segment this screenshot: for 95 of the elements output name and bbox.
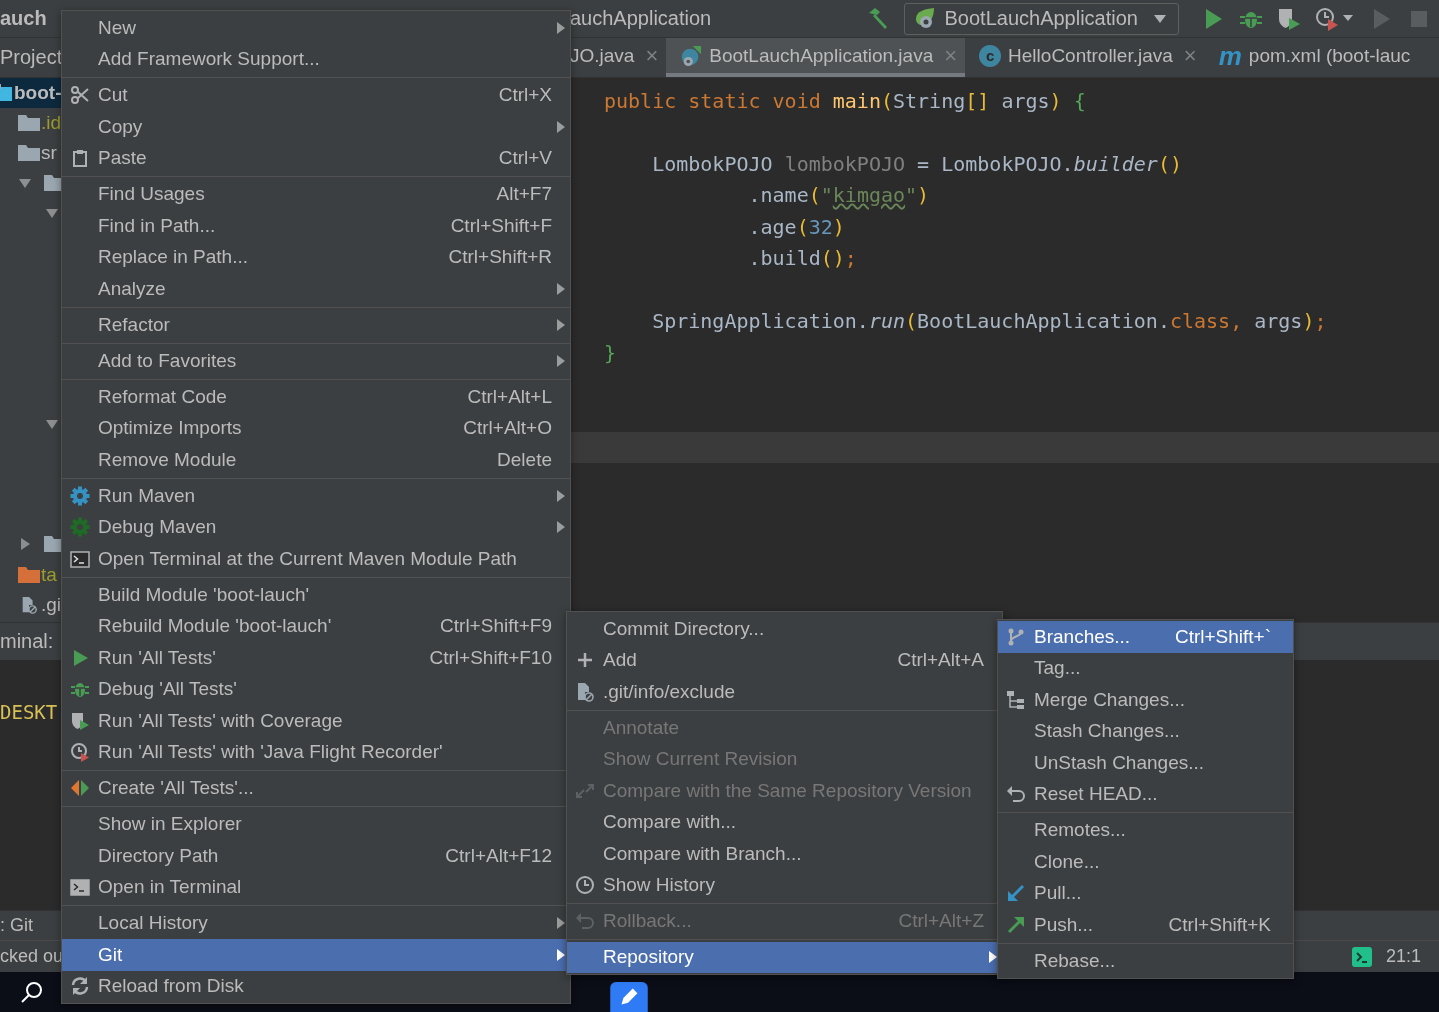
menu-item[interactable]: Remove Module Delete — [62, 444, 570, 476]
menu-item[interactable]: Directory Path Ctrl+Alt+F12 — [62, 840, 570, 872]
clipboard-icon — [70, 148, 90, 169]
submenu-arrow-icon — [557, 948, 565, 961]
menu-item[interactable]: Stash Changes... — [998, 715, 1293, 747]
terminal-icon — [70, 877, 90, 898]
gear-icon — [70, 485, 90, 506]
create-test-icon — [70, 778, 90, 799]
branch-icon — [1006, 626, 1026, 647]
menu-item[interactable]: Run 'All Tests' Ctrl+Shift+F10 — [62, 642, 570, 674]
submenu-arrow-icon — [989, 951, 997, 964]
submenu-arrow-icon — [557, 21, 565, 34]
arrow-up-right-icon — [1006, 914, 1026, 935]
submenu-arrow-icon — [557, 354, 565, 367]
submenu-arrow-icon — [557, 318, 565, 331]
profiler-icon[interactable] — [1315, 6, 1355, 31]
pencil-app-icon[interactable] — [610, 982, 648, 1012]
collapsed-arrow-icon[interactable] — [18, 537, 32, 552]
menu-item[interactable]: Find in Path... Ctrl+Shift+F — [62, 210, 570, 242]
submenu-arrow-icon — [557, 489, 565, 502]
terminal-icon[interactable] — [1351, 946, 1372, 967]
file-blocked-icon — [575, 681, 595, 702]
class-icon: c — [979, 44, 1002, 67]
submenu-arrow-icon — [557, 521, 565, 534]
terminal-icon — [70, 548, 90, 569]
code-line: public static void main(String[] args) { — [604, 88, 1086, 113]
tree-label[interactable]: .gi — [41, 593, 62, 616]
caret-position[interactable]: 21:1 — [1385, 946, 1421, 967]
refresh-icon — [70, 976, 90, 997]
shield-run-icon — [70, 710, 90, 731]
folder-icon — [18, 565, 40, 584]
code-line: .name("kimgao") — [747, 183, 930, 208]
tree-label[interactable]: ta — [41, 563, 57, 586]
code-line: LombokPOJO lombokPOJO = LombokPOJO.builder() — [651, 151, 1182, 176]
menu-item[interactable]: Branches... Ctrl+Shift+` — [998, 621, 1293, 653]
merge-icon — [1006, 689, 1026, 710]
code-line: SpringApplication.run(BootLauchApplication.class, args); — [651, 309, 1327, 334]
run-config-dropdown[interactable]: BootLauchApplication — [903, 2, 1179, 35]
maven-icon: m — [1218, 42, 1242, 69]
tool-window-button[interactable]: : Git — [0, 915, 33, 936]
menu-item[interactable]: Run Maven — [62, 480, 570, 512]
folder-icon — [18, 144, 40, 163]
menu-item[interactable]: Debug 'All Tests' — [62, 673, 570, 705]
menu-item[interactable]: Cut Ctrl+X — [62, 79, 570, 111]
menu-item[interactable]: Remotes... — [998, 814, 1293, 846]
menu-item[interactable]: Find Usages Alt+F7 — [62, 178, 570, 210]
menu-item[interactable]: Run 'All Tests' with 'Java Flight Recorder' — [62, 736, 570, 768]
scissors-icon — [70, 85, 90, 106]
menu-item[interactable]: Optimize Imports Ctrl+Alt+O — [62, 412, 570, 444]
menu-item[interactable]: Refactor — [62, 309, 570, 341]
search-icon[interactable] — [20, 980, 44, 1004]
code-line: .build(); — [747, 246, 857, 271]
editor-tab[interactable]: m pom.xml (boot-lauc — [1204, 38, 1419, 77]
menu-item[interactable]: Analyze — [62, 273, 570, 305]
menu-item[interactable]: Open in Terminal — [62, 871, 570, 903]
gear-icon — [70, 517, 90, 538]
folder-icon — [18, 114, 40, 133]
terminal-title: minal: — [0, 630, 54, 653]
tool-window-title[interactable]: Project — [0, 46, 63, 69]
menu-item[interactable]: Add to Favorites — [62, 345, 570, 377]
clock-icon — [575, 875, 595, 896]
menu-item[interactable]: Local History — [62, 907, 570, 939]
undo-icon — [575, 911, 595, 932]
editor-tab[interactable]: BootLauchApplication.java × — [666, 38, 966, 77]
menu-item[interactable]: Run 'All Tests' with Coverage — [62, 705, 570, 737]
menu-item[interactable]: Rebuild Module 'boot-lauch' Ctrl+Shift+F9 — [62, 610, 570, 642]
tree-label[interactable]: sr — [41, 142, 57, 165]
submenu-arrow-icon — [557, 120, 565, 133]
menu-item[interactable]: New — [62, 12, 570, 44]
menu-item[interactable]: Replace in Path... Ctrl+Shift+R — [62, 241, 570, 273]
shield-run-icon[interactable] — [1277, 6, 1301, 31]
code-line: .age(32) — [747, 214, 845, 239]
menu-item[interactable]: Build Module 'boot-lauch' — [62, 579, 570, 611]
menu-item[interactable]: Copy — [62, 111, 570, 143]
editor-tab[interactable]: JO.java × — [570, 38, 667, 77]
submenu-arrow-icon — [557, 282, 565, 295]
clock-icon — [70, 742, 90, 763]
menu-item[interactable]: Create 'All Tests'... — [62, 772, 570, 804]
menu-item[interactable]: Debug Maven — [62, 511, 570, 543]
undo-icon — [1006, 784, 1026, 805]
terminal-prompt: DESKT — [0, 701, 58, 723]
tree-label[interactable]: .id — [41, 112, 62, 135]
tree-label[interactable]: boot- — [14, 82, 62, 105]
submenu-arrow-icon — [557, 917, 565, 930]
caret-icon — [1154, 14, 1166, 23]
arrow-down-left-icon — [1006, 883, 1026, 904]
breadcrumb[interactable]: auchApplication — [570, 7, 866, 30]
menu-item[interactable]: Paste Ctrl+V — [62, 142, 570, 174]
spring-class-icon — [680, 44, 703, 67]
menu-item[interactable]: Reformat Code Ctrl+Alt+L — [62, 381, 570, 413]
menu-item[interactable]: Add Framework Support... — [62, 43, 570, 75]
menu-item[interactable]: Open Terminal at the Current Maven Module Path — [62, 543, 570, 575]
editor-tab[interactable]: c HelloController.java × — [965, 38, 1205, 77]
menu-item[interactable]: Show in Explorer — [62, 808, 570, 840]
code-line: } — [604, 340, 617, 365]
